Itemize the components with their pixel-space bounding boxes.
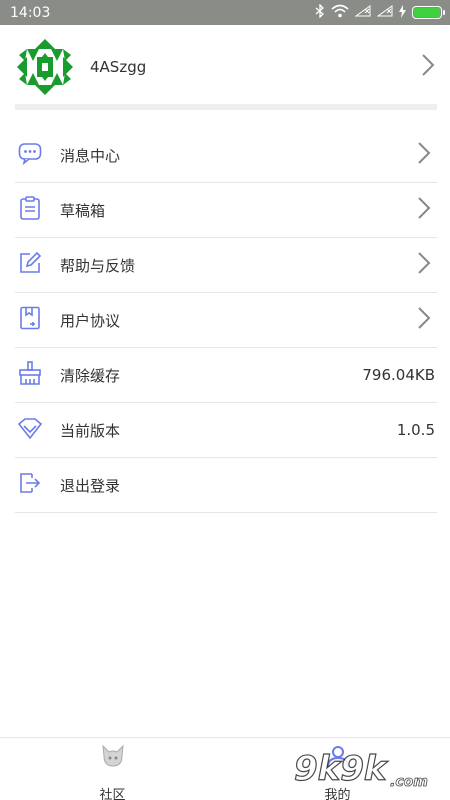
menu-item-label: 帮助与反馈 xyxy=(60,256,136,275)
bluetooth-icon xyxy=(315,3,325,21)
status-icons xyxy=(315,3,445,21)
menu-item-current-version: 当前版本 1.0.5 xyxy=(15,403,437,458)
message-icon xyxy=(15,141,60,169)
signal-icon xyxy=(354,5,371,20)
menu-item-help-feedback[interactable]: 帮助与反馈 xyxy=(15,238,437,293)
svg-text:.com: .com xyxy=(390,774,428,790)
menu-item-label: 草稿箱 xyxy=(60,201,106,220)
menu-item-drafts[interactable]: 草稿箱 xyxy=(15,183,437,238)
charging-icon xyxy=(399,4,406,21)
logout-icon xyxy=(15,471,60,499)
chevron-right-icon xyxy=(417,196,437,224)
settings-menu: 消息中心 草稿箱 帮助与反馈 用户协议 清除缓存 796.04KB 当前版本 1… xyxy=(15,128,437,513)
tab-label: 社区 xyxy=(99,788,126,800)
status-time: 14:03 xyxy=(10,4,51,21)
menu-item-label: 退出登录 xyxy=(60,476,121,495)
menu-item-label: 消息中心 xyxy=(60,146,121,165)
version-value: 1.0.5 xyxy=(396,421,435,439)
menu-item-messages[interactable]: 消息中心 xyxy=(15,128,437,183)
cache-size-value: 796.04KB xyxy=(362,366,435,384)
menu-item-logout[interactable]: 退出登录 xyxy=(15,458,437,513)
svg-text:9k9k: 9k9k xyxy=(294,749,389,789)
status-bar: 14:03 xyxy=(0,0,450,25)
username: 4ASzgg xyxy=(90,58,147,76)
menu-item-label: 用户协议 xyxy=(60,311,121,330)
broom-icon xyxy=(15,361,60,389)
clipboard-icon xyxy=(15,196,60,224)
section-divider xyxy=(15,104,437,110)
battery-icon xyxy=(412,6,445,19)
signal-2-icon xyxy=(376,5,393,20)
menu-item-clear-cache[interactable]: 清除缓存 796.04KB xyxy=(15,348,437,403)
menu-item-label: 清除缓存 xyxy=(60,366,121,385)
chevron-right-icon xyxy=(417,306,437,334)
wifi-icon xyxy=(331,4,349,21)
chevron-right-icon xyxy=(417,251,437,279)
tab-community[interactable]: 社区 xyxy=(0,738,225,800)
document-icon xyxy=(15,306,60,334)
menu-item-user-agreement[interactable]: 用户协议 xyxy=(15,293,437,348)
avatar[interactable] xyxy=(15,37,75,97)
chevron-right-icon[interactable] xyxy=(421,53,435,81)
profile-header[interactable]: 4ASzgg xyxy=(15,36,435,98)
community-icon xyxy=(101,744,125,772)
diamond-icon xyxy=(15,416,60,444)
edit-icon xyxy=(15,251,60,279)
site-watermark-logo: 9k9k .com xyxy=(292,742,444,792)
chevron-right-icon xyxy=(417,141,437,169)
menu-item-label: 当前版本 xyxy=(60,421,121,440)
